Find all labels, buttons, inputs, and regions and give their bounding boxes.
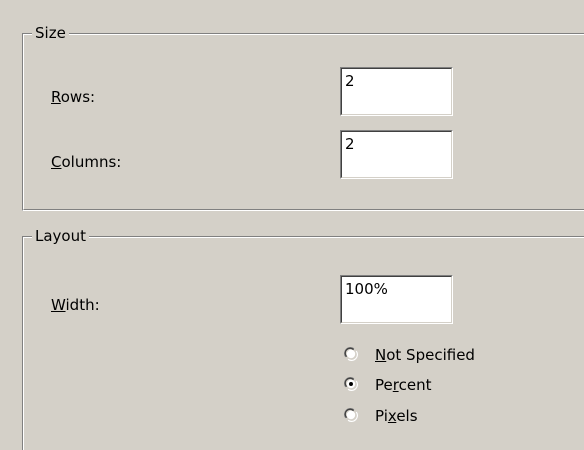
columns-label-text: olumns:: [61, 153, 122, 171]
rows-label-text: ows:: [60, 88, 96, 106]
pixels-radio[interactable]: Pixels: [344, 406, 544, 428]
width-field[interactable]: [340, 275, 453, 324]
percent-radio[interactable]: Percent: [344, 375, 544, 397]
width-label: Width:: [51, 295, 100, 315]
radio-unchecked-icon[interactable]: [344, 347, 358, 361]
percent-label-prefix: Pe: [375, 376, 393, 394]
width-label-accelerator: W: [51, 296, 66, 314]
rows-label-accelerator: R: [51, 88, 61, 106]
columns-input[interactable]: [343, 132, 445, 156]
width-label-text: idth:: [65, 296, 100, 314]
size-group-legend: Size: [32, 24, 69, 42]
pixels-label-prefix: Pi: [375, 407, 388, 425]
radio-checked-icon[interactable]: [344, 377, 358, 391]
size-groupbox: [22, 33, 584, 211]
columns-label: Columns:: [51, 152, 121, 172]
columns-label-accelerator: C: [51, 153, 62, 171]
percent-label-suffix: cent: [398, 376, 432, 394]
columns-field[interactable]: [340, 130, 453, 179]
not-specified-label-text: ot Specified: [386, 346, 475, 364]
width-input[interactable]: [343, 277, 445, 301]
table-properties-dialog: Size Rows: Columns: Layout Width: Not Sp…: [0, 0, 584, 450]
rows-label: Rows:: [51, 87, 95, 107]
layout-group-legend: Layout: [32, 227, 89, 245]
rows-field[interactable]: [340, 67, 453, 116]
not-specified-radio[interactable]: Not Specified: [344, 345, 544, 367]
percent-label: Percent: [375, 375, 431, 395]
pixels-label: Pixels: [375, 406, 418, 426]
radio-unchecked-icon[interactable]: [344, 408, 358, 422]
not-specified-label: Not Specified: [375, 345, 475, 365]
rows-input[interactable]: [343, 69, 445, 93]
pixels-label-suffix: els: [396, 407, 418, 425]
not-specified-label-accelerator: N: [375, 346, 387, 364]
size-groupbox-etch: [23, 34, 584, 210]
